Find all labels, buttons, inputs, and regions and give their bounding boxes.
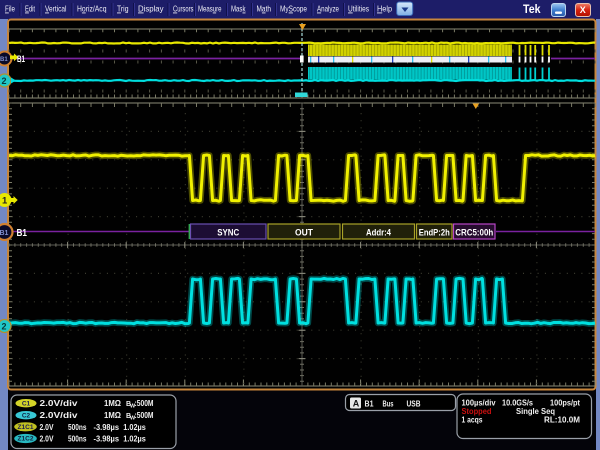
svg-text:-3.98µs: -3.98µs bbox=[94, 434, 120, 444]
svg-text:Bus: Bus bbox=[383, 398, 394, 408]
svg-text:Edit: Edit bbox=[25, 4, 35, 14]
svg-text:500ns: 500ns bbox=[68, 434, 87, 444]
svg-text:Cursors: Cursors bbox=[173, 4, 194, 14]
svg-text:Tek: Tek bbox=[523, 2, 541, 16]
svg-text:2.0V: 2.0V bbox=[40, 434, 54, 444]
svg-text:B1: B1 bbox=[17, 228, 28, 239]
svg-text::500M: :500M bbox=[135, 398, 154, 408]
svg-text:B1: B1 bbox=[0, 57, 8, 63]
svg-text:1MΩ: 1MΩ bbox=[104, 398, 121, 408]
svg-text:Vertical: Vertical bbox=[45, 4, 67, 14]
svg-text:MyScope: MyScope bbox=[280, 4, 307, 14]
svg-text:OUT: OUT bbox=[295, 227, 313, 238]
svg-text:Analyze: Analyze bbox=[317, 4, 339, 14]
svg-text:-3.98µs: -3.98µs bbox=[94, 422, 120, 432]
svg-text:1 acqs: 1 acqs bbox=[462, 415, 483, 425]
svg-text:2.0V/div: 2.0V/div bbox=[40, 410, 78, 420]
svg-text:1.02µs: 1.02µs bbox=[123, 422, 146, 432]
svg-text:500ns: 500ns bbox=[68, 422, 87, 432]
svg-text:B1: B1 bbox=[17, 54, 25, 64]
svg-text:Mask: Mask bbox=[231, 4, 246, 14]
svg-text:USB: USB bbox=[407, 398, 421, 408]
svg-text:RL:10.0M: RL:10.0M bbox=[544, 415, 580, 425]
svg-text:A: A bbox=[353, 399, 360, 409]
svg-text:Utilities: Utilities bbox=[348, 4, 369, 14]
svg-text:X: X bbox=[580, 5, 586, 15]
svg-text:Z1C2: Z1C2 bbox=[18, 437, 35, 443]
svg-text:Horiz/Acq: Horiz/Acq bbox=[77, 4, 107, 14]
svg-text:Help: Help bbox=[377, 4, 392, 14]
svg-text:Measure: Measure bbox=[198, 4, 222, 14]
svg-text:2.0V: 2.0V bbox=[40, 422, 54, 432]
svg-text::500M: :500M bbox=[135, 410, 154, 420]
svg-text:2: 2 bbox=[2, 322, 7, 332]
svg-text:2.0V/div: 2.0V/div bbox=[40, 398, 78, 408]
svg-text:B1: B1 bbox=[365, 398, 374, 408]
svg-text:B1: B1 bbox=[0, 230, 9, 237]
svg-text:EndP:2h: EndP:2h bbox=[419, 227, 450, 238]
svg-text:Z1C1: Z1C1 bbox=[18, 425, 35, 431]
svg-text:1: 1 bbox=[2, 196, 8, 207]
svg-text:1MΩ: 1MΩ bbox=[104, 410, 121, 420]
svg-text:2: 2 bbox=[2, 76, 7, 86]
svg-text:CRC5:00h: CRC5:00h bbox=[455, 227, 493, 238]
svg-text:C2: C2 bbox=[22, 413, 31, 420]
svg-text:Addr:4: Addr:4 bbox=[366, 227, 392, 238]
svg-text:C1: C1 bbox=[22, 401, 31, 408]
svg-text:Display: Display bbox=[138, 4, 164, 14]
svg-text:SYNC: SYNC bbox=[217, 227, 239, 238]
svg-text:Math: Math bbox=[257, 4, 272, 14]
svg-text:1.02µs: 1.02µs bbox=[123, 434, 146, 444]
svg-text:Trig: Trig bbox=[117, 4, 129, 14]
svg-text:File: File bbox=[5, 4, 15, 14]
